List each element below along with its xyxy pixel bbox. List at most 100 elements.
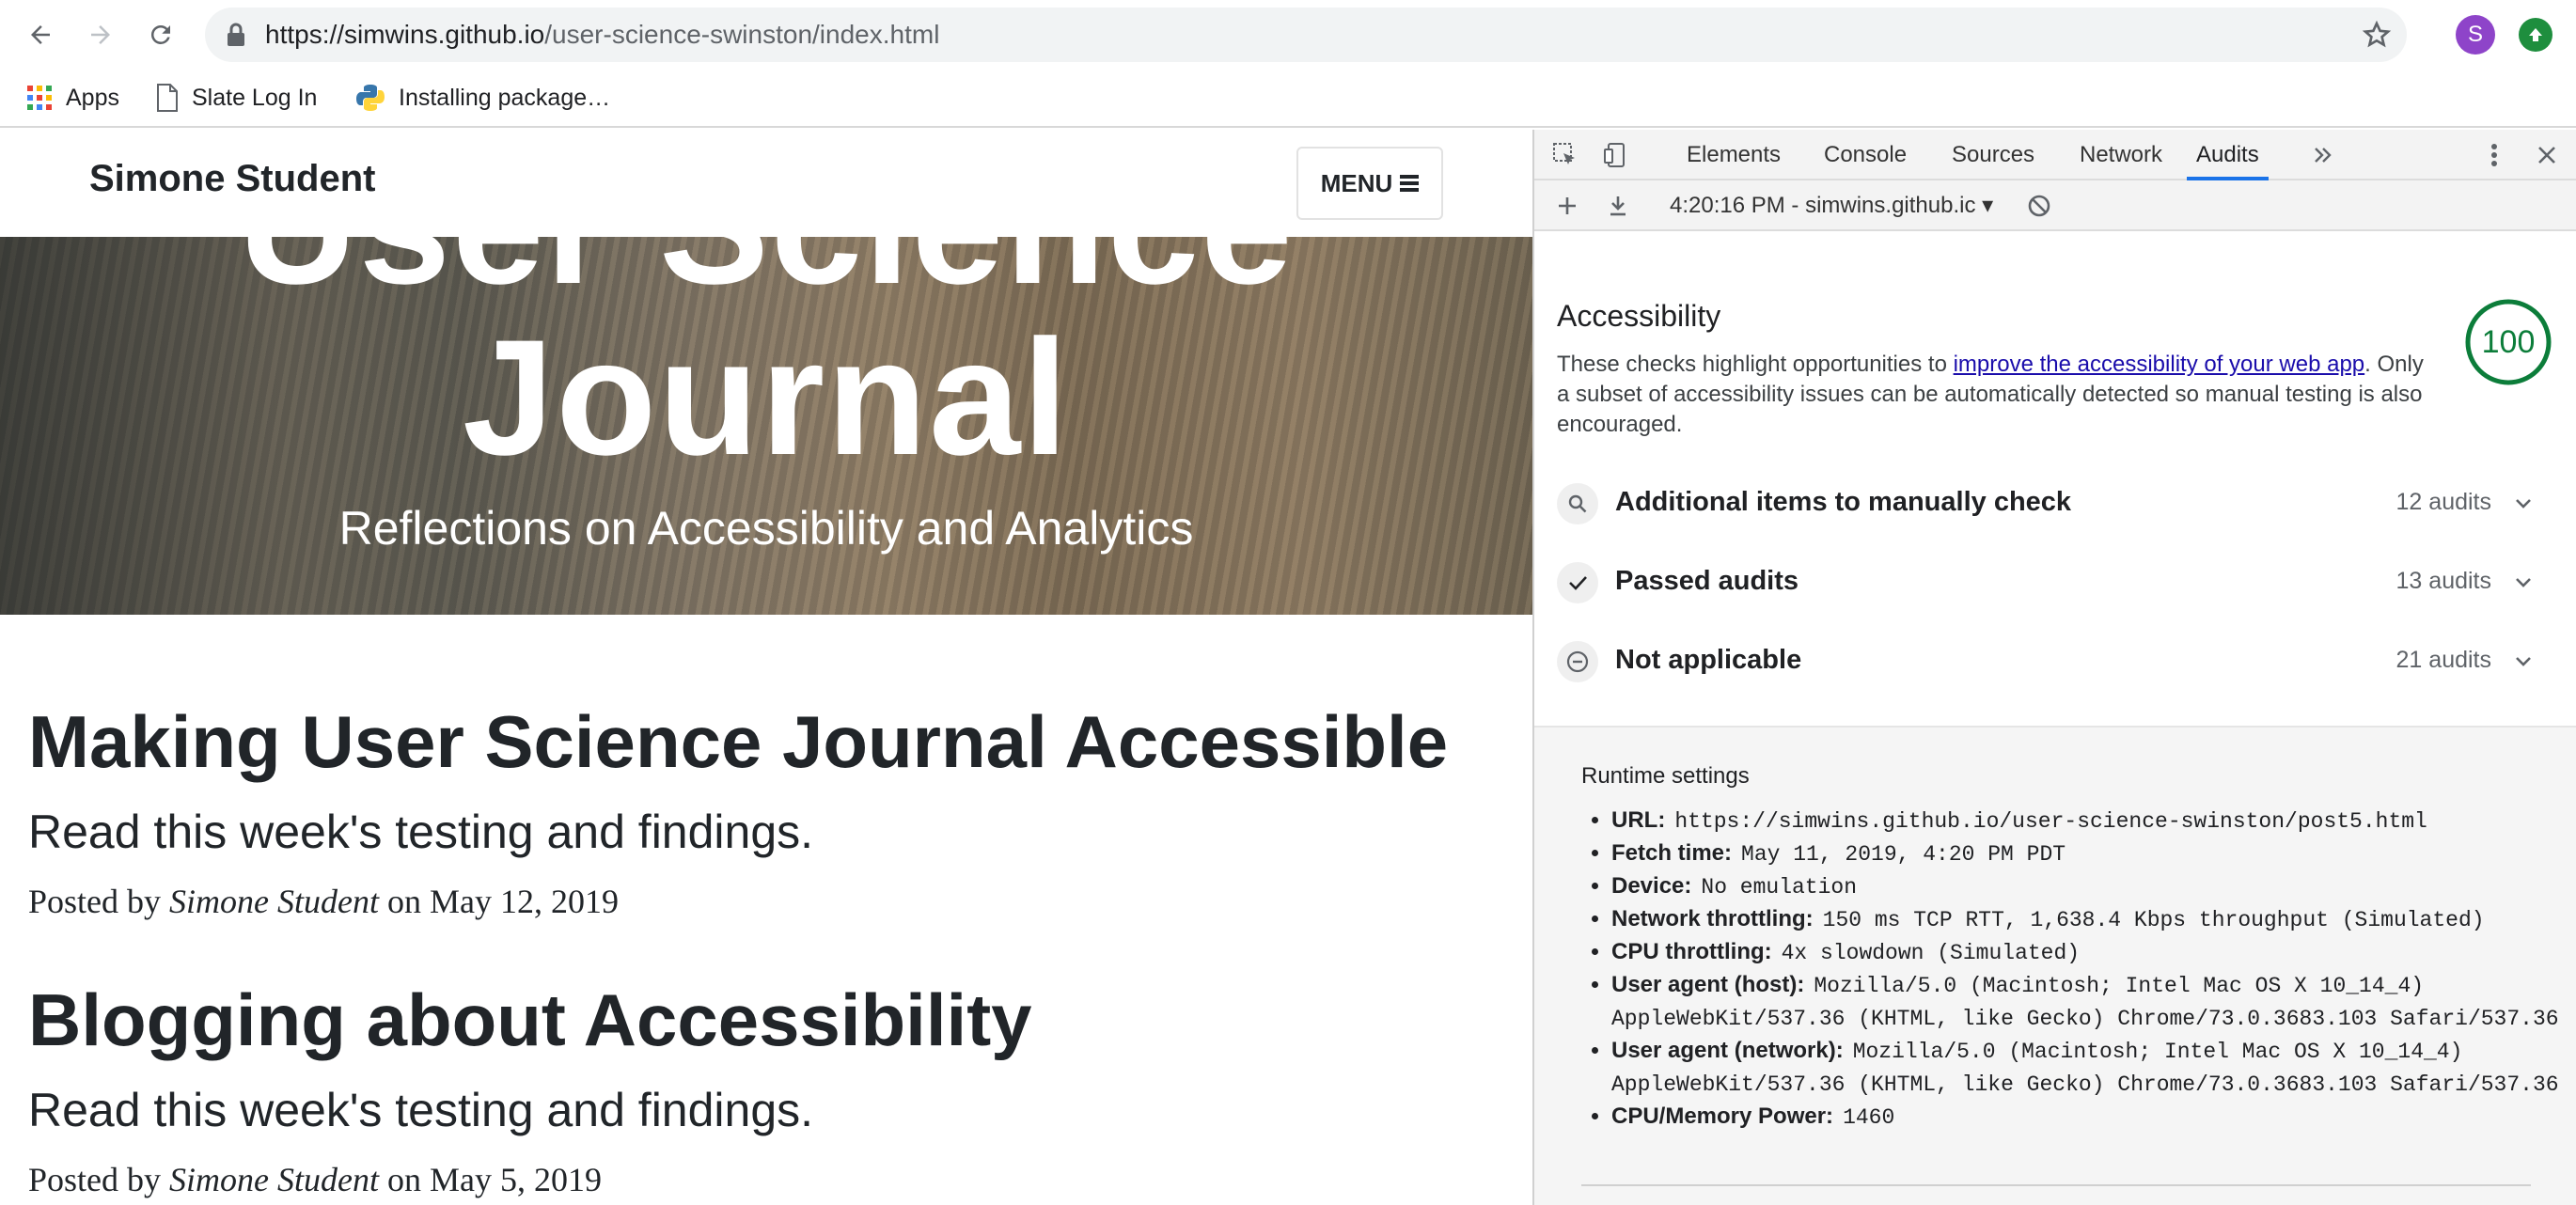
runtime-key: Device: (1611, 873, 1692, 899)
group-title: Additional items to manually check (1615, 487, 2072, 517)
post-date: May 5, 2019 (429, 1161, 602, 1198)
post-author: Simone Student (169, 883, 379, 920)
hamburger-icon (1400, 175, 1420, 192)
back-button[interactable] (19, 13, 62, 56)
apps-grid-icon (26, 85, 53, 111)
meta-prefix: Posted by (28, 1161, 162, 1198)
clear-icon[interactable] (2023, 190, 2055, 222)
kebab-menu-icon[interactable] (2478, 139, 2510, 171)
browser-toolbar: https://simwins.github.io/user-science-s… (0, 0, 2576, 68)
runtime-key: Fetch time: (1611, 840, 1733, 866)
menu-button[interactable]: MENU (1296, 147, 1443, 220)
python-icon (355, 83, 385, 113)
audits-toolbar: 4:20:16 PM - simwins.github.ic ▾ (1534, 180, 2576, 231)
check-icon (1557, 562, 1598, 603)
category-title: Accessibility (1557, 299, 1721, 333)
group-count: 21 audits (2395, 647, 2491, 673)
post-title[interactable]: Making User Science Journal Accessible (28, 699, 1448, 785)
bookmarks-bar: Apps Slate Log In Installing package… (0, 68, 2576, 128)
runtime-value: No emulation (1701, 875, 1858, 900)
group-title: Passed audits (1615, 566, 1799, 596)
plus-icon[interactable] (1551, 190, 1583, 222)
address-bar[interactable]: https://simwins.github.io/user-science-s… (205, 8, 2407, 62)
bookmark-installing-package[interactable]: Installing package… (355, 77, 610, 118)
tab-audits[interactable]: Audits (2187, 130, 2269, 180)
runtime-item: User agent (host):Mozilla/5.0 (Macintosh… (1611, 969, 2559, 1035)
audit-group-not-applicable[interactable]: Not applicable 21 audits (1557, 630, 2553, 690)
runtime-list: URL: https://simwins.github.io/user-scien… (1581, 805, 2559, 1134)
runtime-title: Runtime settings (1581, 763, 1750, 789)
menu-label: MENU (1320, 168, 1393, 197)
chevron-down-icon (2516, 657, 2531, 666)
runtime-key: URL: (1611, 807, 1666, 833)
inspect-element-icon[interactable] (1549, 139, 1581, 171)
reload-icon (150, 24, 170, 44)
search-icon (1557, 483, 1598, 524)
divider (1581, 1184, 2531, 1186)
group-title: Not applicable (1615, 645, 1802, 675)
device-toolbar-icon[interactable] (1600, 139, 1632, 171)
site-navbar: Simone Student MENU (0, 130, 1532, 237)
meta-on: on (386, 1161, 421, 1198)
desc-text: These checks highlight opportunities to (1557, 352, 1954, 377)
hero-banner: User Science Journal Reflections on Acce… (0, 237, 1532, 615)
runtime-value: May 11, 2019, 4:20 PM PDT (1741, 842, 2066, 867)
tab-elements[interactable]: Elements (1687, 130, 1781, 180)
chevron-down-icon (2516, 578, 2531, 587)
bookmark-slate-log-in[interactable]: Slate Log In (156, 77, 317, 118)
runtime-item: Network throttling: 150 ms TCP RTT, 1,638… (1611, 903, 2559, 936)
bookmark-apps[interactable]: Apps (26, 77, 119, 118)
post-subtitle[interactable]: Read this week's testing and findings. (28, 805, 813, 859)
runtime-key: CPU/Memory Power: (1611, 1103, 1834, 1129)
hero-subtitle: Reflections on Accessibility and Analyti… (338, 502, 1194, 555)
document-icon (156, 84, 179, 112)
audit-group-manual[interactable]: Additional items to manually check 12 au… (1557, 472, 2553, 532)
audit-group-passed[interactable]: Passed audits 13 audits (1557, 551, 2553, 611)
devtools-panel: Elements Console Sources Network Audits … (1532, 130, 2576, 1205)
post-meta: Posted by Simone Student on May 5, 2019 (28, 1160, 602, 1199)
runtime-key: User agent (host): (1611, 972, 1805, 997)
runtime-item: Device: No emulation (1611, 870, 2559, 903)
score-value: 100 (2481, 324, 2536, 360)
arrow-left-icon (31, 25, 50, 44)
meta-prefix: Posted by (28, 883, 162, 920)
bookmark-label: Installing package… (399, 84, 611, 111)
bookmark-star-icon[interactable] (2362, 20, 2392, 50)
runtime-item: CPU/Memory Power: 1460 (1611, 1101, 2559, 1134)
download-icon[interactable] (1602, 190, 1634, 222)
bookmark-label: Apps (66, 84, 119, 111)
bookmark-label: Slate Log In (192, 84, 318, 111)
post-subtitle[interactable]: Read this week's testing and findings. (28, 1083, 813, 1137)
arrow-right-icon (91, 25, 110, 44)
forward-button[interactable] (79, 13, 122, 56)
tab-sources[interactable]: Sources (1952, 130, 2034, 180)
runtime-value: 4x slowdown (Simulated) (1781, 941, 2081, 965)
runtime-item: Fetch time: May 11, 2019, 4:20 PM PDT (1611, 837, 2559, 870)
post-date: May 12, 2019 (429, 883, 619, 920)
chevron-down-icon (2516, 499, 2531, 509)
accessibility-link[interactable]: improve the accessibility of your web ap… (1954, 352, 2365, 377)
category-description: These checks highlight opportunities to … (1557, 350, 2441, 440)
close-icon[interactable] (2531, 139, 2563, 171)
more-tabs-icon[interactable] (2307, 139, 2339, 171)
runtime-key: Network throttling: (1611, 906, 1814, 931)
runtime-settings: Runtime settings URL: https://simwins.git… (1534, 728, 2576, 1205)
post-author: Simone Student (169, 1161, 379, 1198)
group-count: 13 audits (2395, 568, 2491, 594)
post-meta: Posted by Simone Student on May 12, 2019 (28, 882, 619, 921)
runtime-key: CPU throttling: (1611, 939, 1772, 964)
runtime-item: CPU throttling: 4x slowdown (Simulated) (1611, 936, 2559, 969)
url-text: https://simwins.github.io/user-science-s… (265, 20, 939, 50)
runtime-value: 1460 (1843, 1105, 1895, 1130)
runtime-value: 150 ms TCP RTT, 1,638.4 Kbps throughput … (1822, 908, 2485, 932)
avatar[interactable]: S (2456, 15, 2495, 55)
update-icon[interactable] (2519, 18, 2552, 52)
site-brand[interactable]: Simone Student (89, 158, 375, 200)
post-title[interactable]: Blogging about Accessibility (28, 978, 1032, 1063)
tab-network[interactable]: Network (2080, 130, 2162, 180)
arrow-up-icon (2529, 28, 2542, 41)
report-select[interactable]: 4:20:16 PM - simwins.github.ic ▾ (1670, 180, 1993, 231)
group-count: 12 audits (2395, 489, 2491, 515)
reload-button[interactable] (139, 13, 182, 56)
tab-console[interactable]: Console (1824, 130, 1907, 180)
